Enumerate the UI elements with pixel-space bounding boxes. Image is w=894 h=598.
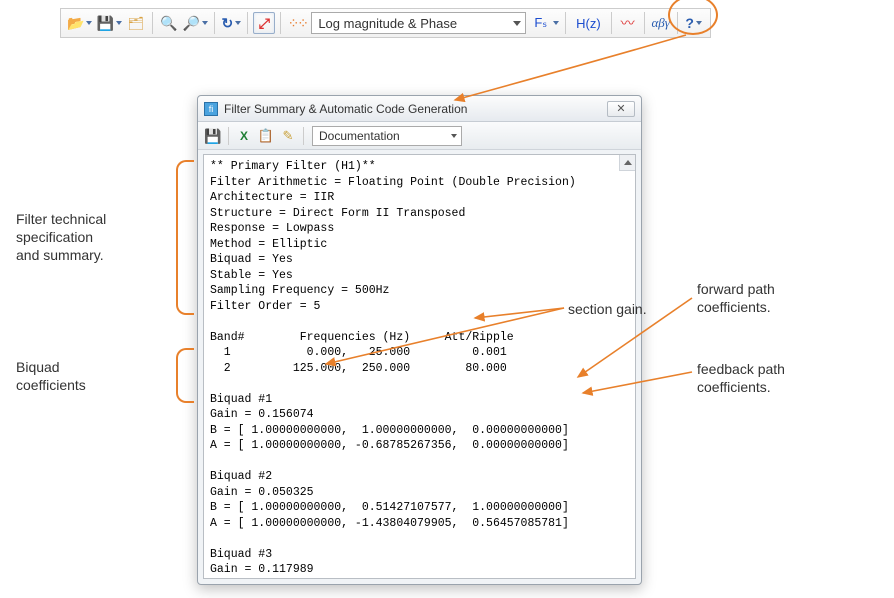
edit-button[interactable]: ✎ <box>278 126 298 146</box>
display-mode-label: Log magnitude & Phase <box>318 16 457 31</box>
annot-feedback: feedback path coefficients. <box>697 360 785 396</box>
zoom-in-button[interactable]: 🔍 <box>158 12 180 34</box>
filter-summary-dialog: fi Filter Summary & Automatic Code Gener… <box>197 95 642 585</box>
display-mode-combo[interactable]: Log magnitude & Phase <box>311 12 526 34</box>
export-format-label: Documentation <box>319 129 400 143</box>
sampling-freq-button[interactable]: Fₛ <box>529 12 560 34</box>
line-plot-button[interactable]: ⤢ <box>253 12 275 34</box>
brace-spec <box>176 160 194 315</box>
brace-biquad <box>176 348 194 403</box>
open-button[interactable]: 📂 <box>66 12 93 34</box>
annot-filter-spec: Filter technical specification and summa… <box>16 210 146 265</box>
dialog-title-text: Filter Summary & Automatic Code Generati… <box>224 102 467 116</box>
redo-button[interactable]: ↻ <box>220 12 242 34</box>
copy-button[interactable]: 📋 <box>256 126 276 146</box>
wave-icon[interactable]: 〰 <box>617 12 639 34</box>
help-button[interactable]: ? <box>683 12 705 34</box>
dialog-toolbar: 💾 X 📋 ✎ Documentation <box>198 122 641 150</box>
dialog-save-button[interactable]: 💾 <box>203 126 223 146</box>
scroll-up-button[interactable] <box>619 155 635 171</box>
export-format-combo[interactable]: Documentation <box>312 126 462 146</box>
dialog-body[interactable]: ** Primary Filter (H1)** Filter Arithmet… <box>203 154 636 579</box>
zoom-out-button[interactable]: 🔎 <box>182 12 209 34</box>
main-toolbar: 📂 💾 🗂 🔍 🔎 ↻ ⤢ ⁘⁘ Log magnitude & Phase F… <box>60 8 711 38</box>
scatter-icon[interactable]: ⁘⁘ <box>286 12 308 34</box>
dialog-icon: fi <box>204 102 218 116</box>
annot-biquad-coeffs: Biquad coefficients <box>16 358 146 394</box>
filter-summary-text: ** Primary Filter (H1)** Filter Arithmet… <box>204 155 635 579</box>
dialog-titlebar[interactable]: fi Filter Summary & Automatic Code Gener… <box>198 96 641 122</box>
project-folder-button[interactable]: 🗂 <box>125 12 147 34</box>
excel-export-button[interactable]: X <box>234 126 254 146</box>
annot-forward: forward path coefficients. <box>697 280 775 316</box>
save-button[interactable]: 💾 <box>95 12 122 34</box>
annot-section-gain: section gain. <box>568 300 647 318</box>
transfer-function-button[interactable]: H(z) <box>571 12 606 34</box>
greek-params-button[interactable]: αβγ <box>650 12 672 34</box>
close-button[interactable]: ✕ <box>607 101 635 117</box>
